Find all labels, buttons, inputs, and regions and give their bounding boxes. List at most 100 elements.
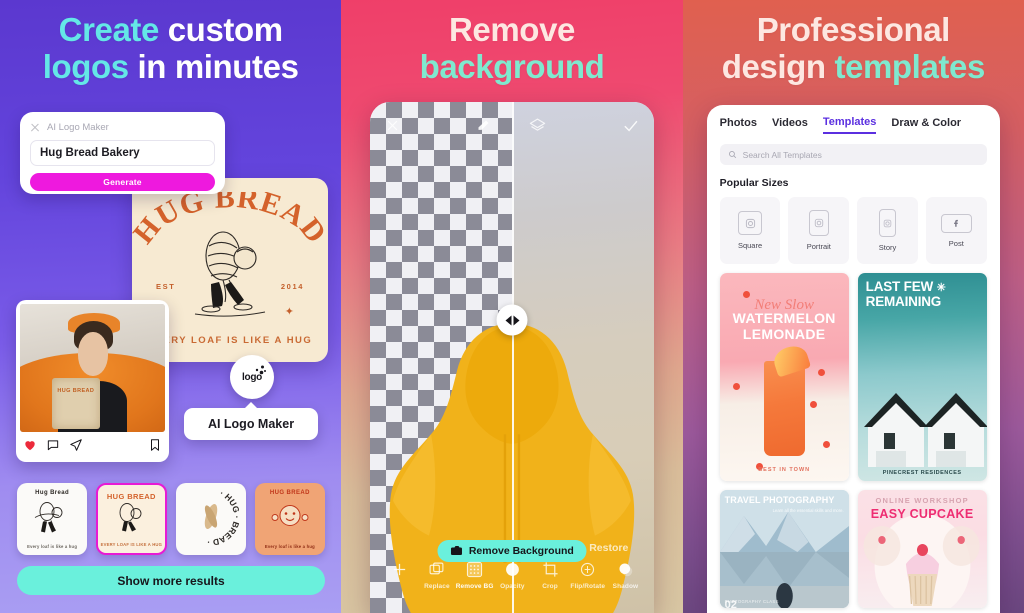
logo-thumb-selected[interactable]: HUG BREAD EVERY LOAF IS LIKE A HUG	[96, 483, 167, 555]
tab-videos[interactable]: Videos	[772, 117, 808, 133]
headline-part: custom	[167, 11, 283, 48]
templates-phone-frame: Photos Videos Templates Draw & Color Sea…	[706, 105, 1000, 613]
close-icon[interactable]	[385, 118, 400, 133]
bag-logo-text: HUG BREAD	[57, 387, 95, 394]
ai-logo-maker-tooltip[interactable]: AI Logo Maker	[184, 408, 318, 440]
tool-remove-bg[interactable]: Remove BG	[456, 561, 494, 590]
search-templates-input[interactable]: Search All Templates	[719, 144, 987, 165]
check-icon[interactable]	[622, 117, 639, 134]
social-post-card[interactable]: HUG BREAD	[16, 300, 169, 462]
tab-photos[interactable]: Photos	[720, 117, 757, 133]
thumb-art	[255, 502, 325, 537]
tool-flip-rotate[interactable]: Flip/Rotate	[569, 561, 607, 590]
template-title-line2: LEMONADE	[742, 326, 826, 342]
crop-icon	[542, 562, 558, 577]
size-label: Portrait	[806, 242, 831, 251]
panel-3-headline: Professional design templates	[683, 11, 1024, 86]
size-option-post[interactable]: Post	[925, 197, 987, 264]
eraser-icon[interactable]	[476, 118, 491, 133]
image-icon	[451, 546, 463, 555]
headline-part: templates	[834, 47, 985, 85]
headline-part: Remove	[448, 11, 575, 48]
layers-icon[interactable]	[529, 117, 546, 134]
send-icon[interactable]	[69, 438, 83, 452]
instagram-portrait-icon	[808, 210, 829, 236]
tool-shadow[interactable]: Shadow	[607, 561, 645, 590]
close-icon[interactable]	[30, 122, 40, 132]
asterisk-icon: ✳	[936, 282, 946, 294]
tool-label: Replace	[424, 583, 450, 590]
logo-app-badge[interactable]: logo	[230, 355, 274, 399]
template-easy-cupcake[interactable]: ONLINE WORKSHOP EASY CUPCAKE	[857, 490, 987, 608]
tool-add[interactable]	[380, 561, 418, 583]
shadow-icon	[619, 563, 633, 577]
headline-part: background	[419, 47, 605, 85]
template-footer: BEST IN TOWN	[758, 467, 811, 473]
template-last-few-remaining[interactable]: LAST FEW ✳ REMAINING PINECREST RESIDENCE…	[857, 273, 987, 481]
sparkle-icon: ✦	[284, 306, 294, 318]
restore-label[interactable]: Restore	[589, 542, 628, 554]
template-travel-photography[interactable]: TRAVEL PHOTOGRAPHY Learn all the essenti…	[719, 490, 849, 608]
headline-part: design	[721, 47, 835, 85]
size-option-portrait[interactable]: Portrait	[788, 197, 850, 264]
facebook-post-icon	[940, 213, 972, 233]
bookmark-icon[interactable]	[148, 438, 162, 452]
headline-part: logos	[42, 47, 129, 85]
panel-ai-logo-maker: Create custom logos in minutes HUG BREAD	[0, 0, 342, 613]
headline-part: in minutes	[128, 47, 299, 85]
popular-sizes-row: Square Portrait Story Post	[719, 197, 987, 264]
generate-button[interactable]: Generate	[30, 173, 215, 191]
remove-bg-icon	[467, 561, 483, 578]
input-card-title: AI Logo Maker	[47, 121, 109, 133]
templates-grid: New Slow WATERMELON LEMONADE BEST IN TOW…	[719, 273, 987, 608]
show-more-results-button[interactable]: Show more results	[17, 566, 325, 595]
tool-replace[interactable]: Replace	[418, 561, 456, 590]
template-title: EASY CUPCAKE	[870, 507, 974, 521]
flip-rotate-icon	[581, 562, 595, 577]
tool-label: Remove BG	[455, 583, 494, 590]
logo-thumb-sketch[interactable]: Hug Bread Every loaf is like a hug	[17, 483, 88, 555]
template-title-line1: LAST FEW	[865, 279, 934, 294]
opacity-icon	[505, 563, 519, 576]
comment-icon[interactable]	[46, 438, 60, 452]
editor-toolbar: Replace Remove BG Opacity Crop Flip/Rota…	[370, 557, 654, 609]
panel-remove-background: Remove background Remove Background Rest…	[341, 0, 683, 613]
arrow-right-icon	[513, 315, 520, 325]
logo-est-label: EST	[156, 282, 176, 291]
panel-design-templates: Professional design templates Photos Vid…	[682, 0, 1024, 613]
size-option-story[interactable]: Story	[857, 197, 918, 264]
heart-icon[interactable]	[23, 438, 37, 452]
tool-crop[interactable]: Crop	[531, 561, 569, 590]
templates-tab-bar: Photos Videos Templates Draw & Color	[707, 105, 1000, 134]
houses-art	[863, 393, 987, 467]
template-overline: ONLINE WORKSHOP	[875, 496, 969, 505]
template-title: LAST FEW ✳ REMAINING	[865, 279, 981, 309]
panel-1-headline: Create custom logos in minutes	[0, 11, 341, 86]
tool-opacity[interactable]: Opacity	[493, 561, 531, 590]
tool-label: Shadow	[612, 583, 639, 590]
tooltip-label: Remove Background	[468, 545, 574, 557]
panel-2-headline: Remove background	[341, 11, 682, 86]
search-placeholder: Search All Templates	[742, 149, 822, 160]
size-option-square[interactable]: Square	[719, 197, 781, 264]
tab-draw-color[interactable]: Draw & Color	[891, 117, 961, 133]
post-actions	[20, 432, 165, 458]
thumb-caption: EVERY LOAF IS LIKE A HUG	[100, 542, 163, 547]
replace-icon	[429, 562, 444, 575]
tool-label: Flip/Rotate	[570, 583, 606, 590]
logo-thumb-circle[interactable]: · HUG · BREAD ·	[175, 483, 246, 555]
template-subtitle: Learn all the essential skills and more.	[772, 508, 844, 513]
brand-name-input[interactable]: Hug Bread Bakery	[30, 140, 215, 166]
ai-logo-maker-input-card: AI Logo Maker Hug Bread Bakery Generate	[20, 112, 225, 194]
logo-thumb-orange[interactable]: HUG BREAD Every loaf is like a hug	[254, 483, 325, 555]
size-label: Square	[737, 241, 763, 250]
headline-part: Professional	[756, 11, 951, 48]
thumb-title: HUG BREAD	[269, 490, 310, 496]
compare-divider	[512, 102, 515, 613]
compare-slider-handle[interactable]	[496, 304, 528, 336]
headline-part: Create	[58, 11, 168, 48]
template-watermelon-lemonade[interactable]: New Slow WATERMELON LEMONADE BEST IN TOW…	[719, 273, 849, 481]
post-photo: HUG BREAD	[20, 304, 165, 432]
tab-templates[interactable]: Templates	[822, 116, 877, 134]
thumb-art	[98, 502, 164, 537]
